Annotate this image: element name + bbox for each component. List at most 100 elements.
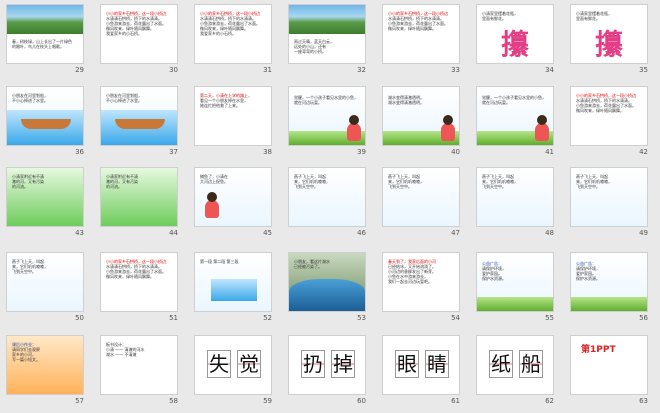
slide-text: 板书设计： 小清 —— 清澈的河水 湖水 —— 不清澈 (106, 342, 172, 357)
slide-text-line: 第一段 第二段 第三段 (200, 259, 239, 264)
slide-number: 63 (639, 397, 648, 405)
slide-thumbnail[interactable]: 小清家附近有不清 澈的河，又有污染 的河流。 (6, 167, 84, 227)
slide-text: 第一段 第二段 第三段 (200, 259, 266, 264)
slide-thumbnail[interactable]: 小小的家乡石拱桥，这一段小桥边 水清清石拱桥，桥下的水清清。 小鱼游来游去，荷花露出… (100, 252, 178, 312)
slide-text: 小清家里摆着花瓶， 里面有鲜花。 (576, 11, 642, 21)
slide-thumbnail[interactable]: 小朋友在河里划船， 不小心掉进了水里。 (100, 86, 178, 146)
slide-text: 觉醒，一个小孩子看见水里的小鱼， 就在河边玩耍。 (482, 95, 548, 105)
slide-number: 48 (545, 229, 554, 237)
slide-text: 小小的家乡石拱桥，这一段小桥边 水清清石拱桥，桥下的水清清。 小鱼游来游去，荷花露出… (106, 11, 172, 36)
slide-thumbnail[interactable]: 雨过天晴，蓝天白云， 远处的小山，还有 一座弯弯的小桥。 (288, 4, 366, 64)
slide-number: 59 (263, 397, 272, 405)
slide-number: 45 (263, 229, 272, 237)
slide-text-line: 保护水资源。 (576, 276, 600, 281)
slide-text-line: 里面有鲜花。 (482, 16, 506, 21)
slide-text-line: 写一篇小短文。 (12, 357, 40, 362)
slide-thumbnail[interactable]: 燕子飞上天，叫起 来，它们叽叽喳喳， 飞到天空中。 (476, 167, 554, 227)
slide-text: 小清家里摆着花瓶， 里面有鲜花。 (482, 11, 548, 21)
slide-thumbnail[interactable]: 燕子飞上天，叫起 来，它们叽叽喳喳， 飞到天空中。 (288, 167, 366, 227)
slide-thumbnail[interactable]: 小清家里摆着花瓶， 里面有鲜花。攥 (570, 4, 648, 64)
slide-text: 小小的家乡石拱桥，这一段小桥边 水清清石拱桥，桥下的水清清。 小鱼游来游去，荷花露出… (200, 11, 266, 36)
big-character: 攥 (500, 28, 529, 61)
slide-number: 29 (75, 66, 84, 74)
slide-thumbnail[interactable]: 公益广告： 请保护环境， 爱护家园。 保护水资源。 (476, 252, 554, 312)
slide-thumbnail[interactable]: 眼睛 (382, 335, 460, 395)
slide-text-line: 飞到天空中。 (12, 269, 36, 274)
slide-number: 40 (451, 148, 460, 156)
slide-text-line: 就在河边玩耍。 (482, 100, 510, 105)
slide-number: 44 (169, 229, 178, 237)
slide-text-line: 我爱家乡的小石桥。 (106, 31, 142, 36)
slide-number: 51 (169, 314, 178, 322)
slide-thumbnail[interactable]: 失觉 (194, 335, 272, 395)
slide-number: 35 (639, 66, 648, 74)
slide-text-line: 我们一起去河边玩耍吧。 (388, 279, 432, 284)
slide-sorter-grid: 春，树枝绿，山上长出了一片绿色 的嫩叶，鸟儿在枝头上唱歌。 29 小小的家乡石拱桥，这… (0, 0, 660, 413)
slide-thumbnail[interactable]: 小清家附近有不清 澈的河，又有污染 的河流。 (100, 167, 178, 227)
slide-thumbnail[interactable]: 小朋友在河里划船， 不小心掉进了水里。 (6, 86, 84, 146)
slide-text-line: 就在河边玩耍。 (294, 100, 322, 105)
character-box: 船 (519, 350, 543, 378)
slide-text-line: 微风吹来，绿叶随风飘舞。 (106, 274, 154, 279)
slide-text: 小清家附近有不清 澈的河，又有污染 的河流。 (12, 174, 78, 189)
slide-text-line: 我爱家乡的小石桥。 (200, 31, 236, 36)
slide-text-line: 的河流。 (12, 184, 28, 189)
slide-number: 53 (357, 314, 366, 322)
slide-thumbnail[interactable]: 觉醒，一个小孩子看见水里的小鱼， 就在河边玩耍。 (288, 86, 366, 146)
slide-thumbnail[interactable]: 板书设计： 小清 —— 清澈的河水 湖水 —— 不清澈 (100, 335, 178, 395)
slide-number: 36 (75, 148, 84, 156)
slide-thumbnail[interactable]: 小清家里摆着花瓶， 里面有鲜花。攥 (476, 4, 554, 64)
slide-text-line: 微风吹来，绿叶随风飘舞。 (576, 108, 624, 113)
slide-text: 公益广告： 请保护环境， 爱护家园。 保护水资源。 (482, 261, 548, 281)
slide-text-line: 的河流。 (106, 184, 122, 189)
character-box: 睛 (425, 350, 449, 378)
slide-number: 37 (169, 148, 178, 156)
slide-thumbnail[interactable]: 捕鱼了，小清在 大河边上捉鱼。 (194, 167, 272, 227)
slide-text: 课后小作业： 请同学们去观察 家乡的小河， 写一篇小短文。 (12, 342, 78, 362)
slide-thumbnail[interactable]: 小小的家乡石拱桥，这一段小桥边 水清清石拱桥，桥下的水清清。 小鱼游来游去，荷花露出… (194, 4, 272, 64)
slide-text: 湖水变得清澈透明。 湖水变得清澈透明。 (388, 95, 454, 105)
slide-number: 30 (169, 66, 178, 74)
slide-text-line: 湖水变得清澈透明。 (388, 100, 424, 105)
slide-thumbnail[interactable]: 小朋友，看这片湖水 已经被污染了。 (288, 252, 366, 312)
slide-thumbnail[interactable]: 第1PPT (570, 335, 648, 395)
slide-number: 41 (545, 148, 554, 156)
ppt-logo: 第1PPT (581, 345, 616, 355)
slide-number: 55 (545, 314, 554, 322)
slide-thumbnail[interactable]: 扔掉 (288, 335, 366, 395)
slide-thumbnail[interactable]: 湖水变得清澈透明。 湖水变得清澈透明。 (382, 86, 460, 146)
slide-thumbnail[interactable]: 小小的家乡石拱桥，这一段小桥边 水清清石拱桥，桥下的水清清。 小鱼游来游去，荷花露出… (100, 4, 178, 64)
slide-thumbnail[interactable]: 课后小作业： 请同学们去观察 家乡的小河， 写一篇小短文。 (6, 335, 84, 395)
slide-thumbnail[interactable]: 小小的家乡石拱桥，这一段小桥边 水清清石拱桥，桥下的水清清。 小鱼游来游去，荷花露出… (382, 4, 460, 64)
slide-number: 42 (639, 148, 648, 156)
slide-number: 56 (639, 314, 648, 322)
slide-text: 雨过天晴，蓝天白云， 远处的小山，还有 一座弯弯的小桥。 (294, 39, 360, 54)
slide-thumbnail[interactable]: 纸船 (476, 335, 554, 395)
slide-thumbnail[interactable]: 第一段 第二段 第三段 (194, 252, 272, 312)
slide-text-line: 飞到天空中。 (576, 184, 600, 189)
slide-text: 小小的家乡石拱桥，这一段小桥边 水清清石拱桥，桥下的水清清。 小鱼游来游去，荷花露出… (106, 259, 172, 279)
slide-text: 小小的家乡石拱桥，这一段小桥边 水清清石拱桥，桥下的水清清。 小鱼游来游去，荷花露出… (576, 93, 642, 113)
slide-thumbnail[interactable]: 第二天，小清在上学的路上， 看见一个小朋友掉在水里， 她连忙把他救了上来。 (194, 86, 272, 146)
slide-thumbnail[interactable]: 燕子飞上天，叫起 来，它们叽叽喳喳， 飞到天空中。 (6, 252, 84, 312)
slide-number: 32 (357, 66, 366, 74)
slide-thumbnail[interactable]: 春，树枝绿，山上长出了一片绿色 的嫩叶，鸟儿在枝头上唱歌。 (6, 4, 84, 64)
slide-text: 春天到了，我家后面的小河 已经结冰，又开始流淌了。 小河边的垂柳发出了新芽。 小鱼在水… (388, 259, 454, 284)
slide-thumbnail[interactable]: 燕子飞上天，叫起 来，它们叽叽喳喳， 飞到天空中。 (382, 167, 460, 227)
slide-text: 春，树枝绿，山上长出了一片绿色 的嫩叶，鸟儿在枝头上唱歌。 (12, 39, 78, 49)
slide-thumbnail[interactable]: 公益广告： 请保护环境， 爱护家园。 保护水资源。 (570, 252, 648, 312)
character-box: 纸 (489, 350, 513, 378)
slide-thumbnail[interactable]: 小小的家乡石拱桥，这一段小桥边 水清清石拱桥，桥下的水清清。 小鱼游来游去，荷花露出… (570, 86, 648, 146)
slide-number: 43 (75, 229, 84, 237)
slide-text: 燕子飞上天，叫起 来，它们叽叽喳喳， 飞到天空中。 (388, 174, 454, 189)
slide-number: 58 (169, 397, 178, 405)
slide-text: 第二天，小清在上学的路上， 看见一个小朋友掉在水里， 她连忙把他救了上来。 (200, 93, 266, 108)
slide-thumbnail[interactable]: 觉醒，一个小孩子看见水里的小鱼， 就在河边玩耍。 (476, 86, 554, 146)
slide-text-line: 不小心掉进了水里。 (106, 98, 142, 103)
slide-text-line: 飞到天空中。 (388, 184, 412, 189)
slide-text: 燕子飞上天，叫起 来，它们叽叽喳喳， 飞到天空中。 (12, 259, 78, 274)
slide-thumbnail[interactable]: 春天到了，我家后面的小河 已经结冰，又开始流淌了。 小河边的垂柳发出了新芽。 小鱼在水… (382, 252, 460, 312)
slide-number: 61 (451, 397, 460, 405)
slide-number: 46 (357, 229, 366, 237)
slide-thumbnail[interactable]: 燕子飞上天，叫起 来，它们叽叽喳喳， 飞到天空中。 (570, 167, 648, 227)
